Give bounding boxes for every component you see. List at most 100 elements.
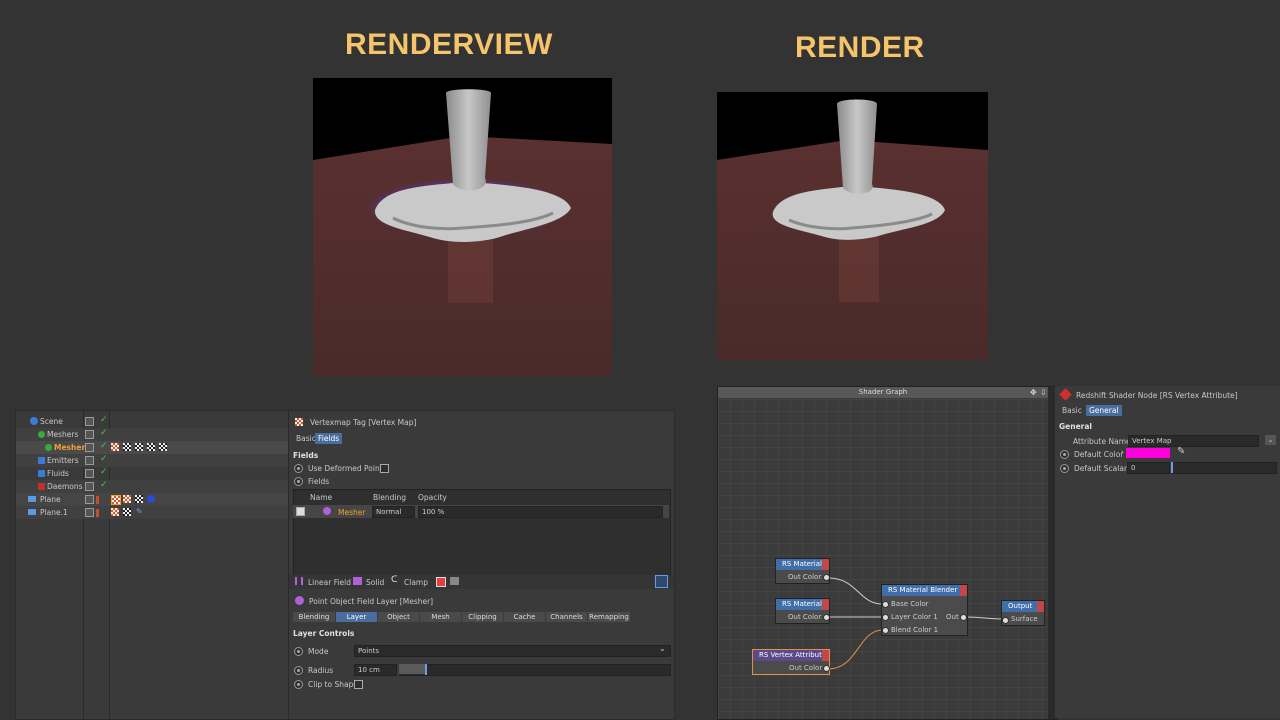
tab-cache[interactable]: Cache [504,612,545,622]
output-port[interactable] [823,574,830,581]
chevron-down-icon[interactable]: ⌄ [659,644,666,653]
enabled-check-icon[interactable]: ✓ [100,441,108,451]
field-enable-checkbox[interactable] [296,507,305,516]
output-port[interactable] [823,665,830,672]
tab-layer[interactable]: Layer [336,612,377,622]
tab-remapping[interactable]: Remapping [588,612,630,622]
enabled-check-icon[interactable]: ✓ [100,467,108,477]
material-tag-icon[interactable] [147,495,155,503]
default-color-swatch[interactable] [1126,448,1170,458]
mode-dropdown[interactable]: Points [354,645,671,657]
visibility-dot-icon[interactable] [96,509,99,517]
keyframe-radio[interactable] [294,464,303,473]
layer-checkbox[interactable] [85,482,94,491]
input-port[interactable] [882,614,889,621]
linear-field-button[interactable]: Linear Field [308,578,351,587]
enabled-check-icon[interactable]: ✓ [100,428,108,438]
layer-checkbox[interactable] [85,469,94,478]
wrench-icon[interactable]: ✎ [136,507,143,516]
attribute-name-input[interactable]: Vertex Map [1128,435,1259,447]
vertexmap-tag-icon[interactable] [135,495,143,503]
rs-material-node[interactable]: RS Material Out Color [775,558,830,584]
vertexmap-tag-icon[interactable] [123,508,131,516]
tab-channels[interactable]: Channels [546,612,587,622]
rs-vertex-attribute-node[interactable]: RS Vertex Attribute Out Color [752,649,830,675]
layer-checkbox[interactable] [85,495,94,504]
vertexmap-tag-icon[interactable] [123,443,131,451]
keyframe-radio[interactable] [294,647,303,656]
enabled-check-icon[interactable]: ✓ [100,454,108,464]
tab-clipping[interactable]: Clipping [462,612,503,622]
layer-checkbox[interactable] [85,443,94,452]
object-row-fluids[interactable]: Fluids [16,467,288,480]
enabled-check-icon[interactable]: ✓ [100,480,108,490]
node-attributes-panel: Redshift Shader Node [RS Vertex Attribut… [1055,386,1280,718]
modifier-icon[interactable] [436,577,446,587]
input-port[interactable] [1002,617,1009,624]
radius-slider-handle[interactable] [425,664,427,675]
vertexmap-tag-icon[interactable] [147,443,155,451]
rs-material-blender-node[interactable]: RS Material Blender Base Color Layer Col… [881,584,968,636]
chevron-down-icon[interactable]: ⌄ [1265,435,1276,445]
tab-general[interactable]: General [1086,405,1122,416]
output-port[interactable] [823,614,830,621]
radius-field[interactable]: 10 cm [354,664,397,676]
layer-checkbox[interactable] [85,417,94,426]
input-port[interactable] [882,601,889,608]
default-scalar-slider-handle[interactable] [1171,462,1173,473]
vertexmap-tag-icon[interactable] [159,443,167,451]
keyframe-radio[interactable] [294,666,303,675]
object-name: Scene [40,417,63,426]
object-row-emitters[interactable]: Emitters [16,454,288,467]
keyframe-radio[interactable] [1060,464,1069,473]
keyframe-radio[interactable] [1060,450,1069,459]
linear-field-icon[interactable] [295,577,303,585]
tab-blending[interactable]: Blending [293,612,335,622]
object-name: Meshers [47,430,79,439]
vertexmap-tag-icon[interactable] [111,443,119,451]
vertexmap-tag-icon[interactable] [111,508,119,516]
object-row-daemons[interactable]: Daemons [16,480,288,493]
keyframe-radio[interactable] [294,477,303,486]
default-scalar-input[interactable]: 0 [1127,462,1170,474]
chevron-right-icon[interactable]: › [1121,448,1124,456]
solid-icon[interactable] [353,577,362,585]
output-port[interactable] [960,614,967,621]
default-scalar-slider[interactable] [1171,462,1277,474]
tab-basic[interactable]: Basic [1059,405,1085,416]
object-row-plane-1[interactable]: Plane.1 [16,506,288,519]
output-node[interactable]: Output Surface [1001,600,1045,626]
enabled-check-icon[interactable]: ✓ [100,415,108,425]
vertexmap-tag-icon[interactable] [135,443,143,451]
blending-dropdown[interactable]: Normal [372,506,415,518]
opacity-field[interactable]: 100 % [418,506,663,518]
folder-icon[interactable] [450,577,459,585]
radius-slider[interactable] [399,664,671,676]
default-scalar-label: Default Scalar [1074,464,1128,473]
layer-checkbox[interactable] [85,430,94,439]
node-title: RS Material Blender [882,585,967,596]
clip-to-shape-checkbox[interactable] [354,680,363,689]
use-deformed-points-checkbox[interactable] [380,464,389,473]
eyedropper-icon[interactable]: ✎ [1177,446,1185,457]
clamp-icon[interactable]: ᑕ [391,575,398,585]
object-row-meshers[interactable]: Meshers [16,428,288,441]
clamp-button[interactable]: Clamp [404,578,428,587]
layer-checkbox[interactable] [85,508,94,517]
visibility-dot-icon[interactable] [96,496,99,504]
renderview-image [313,78,612,376]
rs-material-node[interactable]: RS Material Out Color [775,598,830,624]
object-row-scene[interactable]: Scene [16,415,288,428]
lock-icon[interactable] [655,575,668,588]
keyframe-radio[interactable] [294,680,303,689]
vertexmap-tag-icon[interactable] [123,495,131,503]
solid-button[interactable]: Solid [366,578,384,587]
vertexmap-tag-icon [295,418,303,426]
tab-object[interactable]: Object [378,612,419,622]
input-port[interactable] [882,627,889,634]
port-label: Out [946,613,959,621]
tab-mesh[interactable]: Mesh [420,612,461,622]
layer-checkbox[interactable] [85,456,94,465]
tab-fields[interactable]: Fields [315,433,343,444]
vertexmap-tag-icon[interactable] [111,495,121,505]
